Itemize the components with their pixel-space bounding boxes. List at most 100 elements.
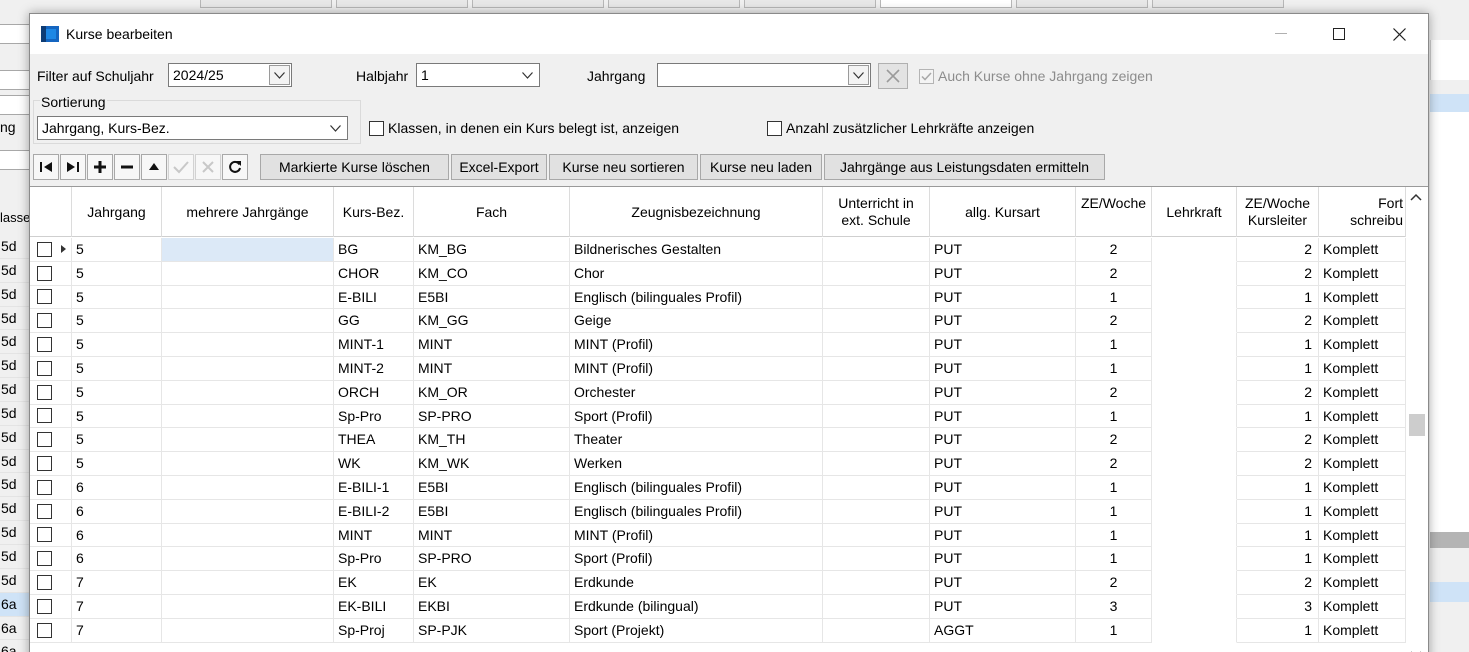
cell-jahrgang[interactable]: 5 bbox=[72, 285, 162, 310]
cell-fortschreibung[interactable]: Komplett bbox=[1319, 428, 1406, 453]
cell-allg-kursart[interactable]: PUT bbox=[930, 285, 1076, 310]
cell-kurs-bez[interactable]: GG bbox=[334, 309, 414, 334]
cell-unterricht-ext-schule[interactable] bbox=[823, 261, 930, 286]
background-class-row[interactable]: 5d bbox=[0, 330, 30, 355]
cell-lehrkraft[interactable] bbox=[1152, 618, 1237, 643]
cell-ze-woche-kursleiter[interactable]: 1 bbox=[1237, 333, 1319, 357]
row-checkbox[interactable] bbox=[37, 456, 52, 472]
cell-unterricht-ext-schule[interactable] bbox=[823, 404, 930, 429]
cell-fach[interactable]: SP-PJK bbox=[414, 618, 570, 643]
cell-jahrgang[interactable]: 5 bbox=[72, 452, 162, 476]
cell-ze-woche[interactable]: 1 bbox=[1076, 523, 1152, 548]
cell-ze-woche[interactable]: 2 bbox=[1076, 428, 1152, 453]
cell-mehrere-jahrgaenge[interactable] bbox=[162, 261, 334, 286]
jahrgang-select[interactable] bbox=[657, 63, 871, 87]
cell-mehrere-jahrgaenge[interactable] bbox=[162, 428, 334, 453]
cell-ze-woche-kursleiter[interactable]: 1 bbox=[1237, 404, 1319, 429]
cell-allg-kursart[interactable]: PUT bbox=[930, 380, 1076, 405]
table-row[interactable]: 6 Sp-Pro SP-PRO Sport (Profil) PUT 1 1 Komplett bbox=[30, 547, 1406, 572]
row-checkbox[interactable] bbox=[37, 384, 52, 400]
cell-mehrere-jahrgaenge[interactable] bbox=[162, 523, 334, 548]
cell-fach[interactable]: KM_WK bbox=[414, 452, 570, 476]
cell-kurs-bez[interactable]: THEA bbox=[334, 428, 414, 453]
cell-fach[interactable]: KM_OR bbox=[414, 380, 570, 405]
cell-fortschreibung[interactable]: Komplett bbox=[1319, 309, 1406, 334]
column-header-zeugnisbezeichnung[interactable]: Zeugnisbezeichnung bbox=[570, 187, 823, 237]
cell-fortschreibung[interactable]: Komplett bbox=[1319, 618, 1406, 643]
cell-mehrere-jahrgaenge[interactable] bbox=[162, 452, 334, 476]
cell-fach[interactable]: MINT bbox=[414, 523, 570, 548]
table-row[interactable]: 7 Sp-Proj SP-PJK Sport (Projekt) AGGT 1 1 Kompl… bbox=[30, 618, 1406, 643]
background-class-row[interactable]: 5d bbox=[0, 426, 30, 450]
cell-zeugnisbezeichnung[interactable]: Orchester bbox=[570, 380, 823, 405]
refresh-button[interactable] bbox=[222, 154, 248, 180]
row-checkbox[interactable] bbox=[37, 575, 52, 591]
cell-unterricht-ext-schule[interactable] bbox=[823, 452, 930, 476]
cell-jahrgang[interactable]: 5 bbox=[72, 404, 162, 429]
table-row[interactable]: 5 MINT-1 MINT MINT (Profil) PUT 1 1 Komplett bbox=[30, 333, 1406, 357]
background-tab[interactable] bbox=[1016, 0, 1148, 8]
background-tab[interactable] bbox=[472, 0, 604, 8]
minimize-button[interactable] bbox=[1252, 14, 1310, 54]
column-header-fortschreibung[interactable]: Fort schreibu bbox=[1319, 187, 1406, 237]
background-field[interactable] bbox=[0, 150, 30, 170]
cell-ze-woche[interactable]: 1 bbox=[1076, 285, 1152, 310]
table-row[interactable]: 6 E-BILI-2 E5BI Englisch (bilinguales Profi… bbox=[30, 499, 1406, 524]
cell-zeugnisbezeichnung[interactable]: MINT (Profil) bbox=[570, 333, 823, 357]
cell-fach[interactable]: SP-PRO bbox=[414, 404, 570, 429]
background-scrollbar[interactable] bbox=[1430, 532, 1469, 548]
cell-zeugnisbezeichnung[interactable]: Erdkunde (bilingual) bbox=[570, 594, 823, 619]
background-field[interactable] bbox=[0, 95, 30, 115]
cell-mehrere-jahrgaenge[interactable] bbox=[162, 285, 334, 310]
cell-fortschreibung[interactable]: Komplett bbox=[1319, 333, 1406, 357]
cell-lehrkraft[interactable] bbox=[1152, 261, 1237, 286]
cell-lehrkraft[interactable] bbox=[1152, 452, 1237, 476]
cell-fortschreibung[interactable]: Komplett bbox=[1319, 452, 1406, 476]
cell-lehrkraft[interactable] bbox=[1152, 499, 1237, 524]
cell-ze-woche-kursleiter[interactable]: 1 bbox=[1237, 618, 1319, 643]
cell-lehrkraft[interactable] bbox=[1152, 475, 1237, 500]
cell-jahrgang[interactable]: 5 bbox=[72, 428, 162, 453]
auch-kurse-checkbox[interactable]: Auch Kurse ohne Jahrgang zeigen bbox=[919, 68, 1153, 84]
courses-grid[interactable]: Jahrgang mehrere Jahrgänge Kurs-Bez. Fach Ze… bbox=[30, 186, 1428, 652]
background-class-row[interactable]: 5d bbox=[0, 402, 30, 426]
cell-lehrkraft[interactable] bbox=[1152, 309, 1237, 334]
cell-allg-kursart[interactable]: PUT bbox=[930, 523, 1076, 548]
anzahl-lehrkraefte-checkbox[interactable]: Anzahl zusätzlicher Lehrkräfte anzeigen bbox=[767, 120, 1034, 136]
cell-kurs-bez[interactable]: MINT bbox=[334, 523, 414, 548]
cell-unterricht-ext-schule[interactable] bbox=[823, 356, 930, 381]
background-class-row[interactable]: 5d bbox=[0, 378, 30, 402]
row-checkbox[interactable] bbox=[37, 479, 52, 495]
cell-lehrkraft[interactable] bbox=[1152, 547, 1237, 572]
add-record-button[interactable] bbox=[87, 154, 113, 180]
row-checkbox[interactable] bbox=[37, 337, 52, 353]
cell-ze-woche-kursleiter[interactable]: 1 bbox=[1237, 285, 1319, 310]
cell-mehrere-jahrgaenge[interactable] bbox=[162, 238, 334, 262]
cell-fach[interactable]: MINT bbox=[414, 333, 570, 357]
cell-ze-woche[interactable]: 2 bbox=[1076, 238, 1152, 262]
sortierung-select[interactable]: Jahrgang, Kurs-Bez. bbox=[37, 116, 348, 140]
cell-fach[interactable]: E5BI bbox=[414, 475, 570, 500]
column-header-ze-woche[interactable]: ZE/Woche bbox=[1076, 187, 1152, 237]
cell-kurs-bez[interactable]: EK-BILI bbox=[334, 594, 414, 619]
row-checkbox[interactable] bbox=[37, 551, 52, 567]
close-button[interactable] bbox=[1370, 14, 1428, 54]
cell-kurs-bez[interactable]: E-BILI-1 bbox=[334, 475, 414, 500]
first-record-button[interactable] bbox=[33, 154, 59, 180]
cell-zeugnisbezeichnung[interactable]: Geige bbox=[570, 309, 823, 334]
cell-kurs-bez[interactable]: E-BILI bbox=[334, 285, 414, 310]
cell-fortschreibung[interactable]: Komplett bbox=[1319, 475, 1406, 500]
background-tab[interactable] bbox=[608, 0, 740, 8]
cell-kurs-bez[interactable]: CHOR bbox=[334, 261, 414, 286]
background-class-row[interactable]: 5d bbox=[0, 235, 30, 259]
cell-ze-woche-kursleiter[interactable]: 2 bbox=[1237, 452, 1319, 476]
table-row[interactable]: 5 CHOR KM_CO Chor PUT 2 2 Komplett bbox=[30, 261, 1406, 286]
cancel-record-button[interactable] bbox=[195, 154, 221, 180]
cell-ze-woche[interactable]: 2 bbox=[1076, 571, 1152, 595]
cell-kurs-bez[interactable]: BG bbox=[334, 238, 414, 262]
cell-jahrgang[interactable]: 7 bbox=[72, 594, 162, 619]
table-row[interactable]: 5 THEA KM_TH Theater PUT 2 2 Komplett bbox=[30, 428, 1406, 453]
cell-ze-woche-kursleiter[interactable]: 1 bbox=[1237, 499, 1319, 524]
cell-kurs-bez[interactable]: Sp-Proj bbox=[334, 618, 414, 643]
column-header-ze-woche-kursleiter[interactable]: ZE/Woche Kursleiter bbox=[1237, 187, 1319, 237]
